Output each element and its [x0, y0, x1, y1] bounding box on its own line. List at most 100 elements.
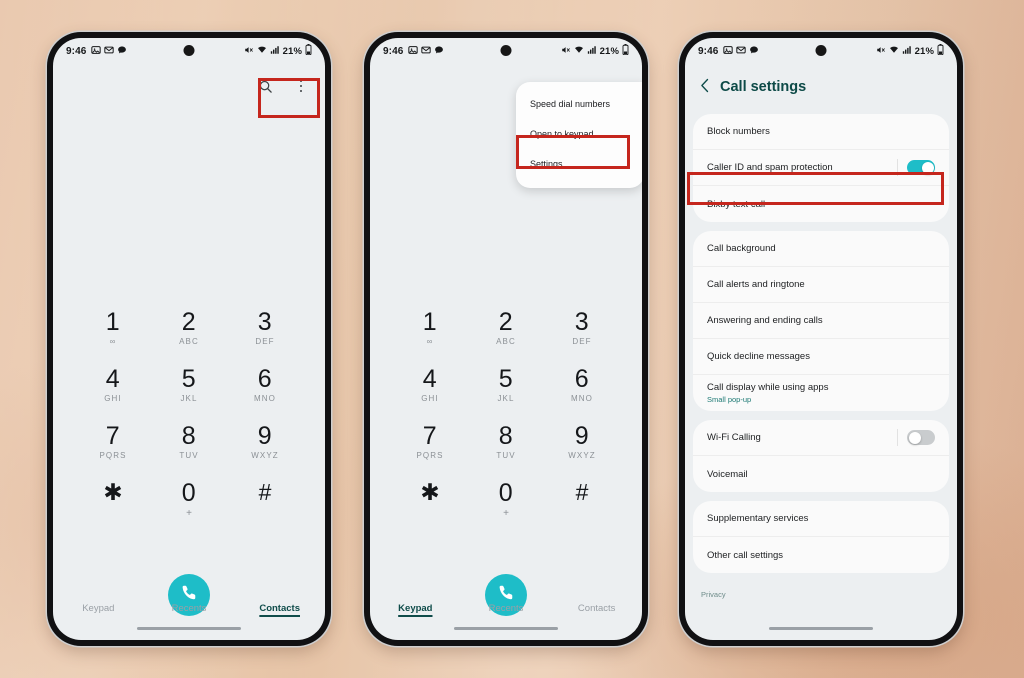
row-quick-decline-messages[interactable]: Quick decline messages	[693, 339, 949, 375]
front-camera-punch-hole	[500, 45, 512, 56]
key-letters: WXYZ	[568, 451, 596, 460]
status-bar-left: 9:46	[698, 45, 759, 58]
row-block-numbers[interactable]: Block numbers	[693, 114, 949, 150]
key-number: 6	[574, 365, 590, 393]
keypad-key[interactable]: 0 +	[468, 481, 544, 519]
tab-contacts[interactable]: Contacts	[551, 603, 642, 614]
key-letters: TUV	[496, 451, 516, 460]
gesture-nav-bar[interactable]	[454, 626, 558, 630]
key-letters	[544, 507, 620, 516]
tab-recents[interactable]: Recents	[144, 603, 235, 614]
tab-contacts[interactable]: Contacts	[234, 603, 325, 614]
phone-1-bottom-tabs: Keypad Recents Contacts	[53, 603, 325, 614]
row-label: Call display while using apps	[707, 382, 829, 393]
privacy-link[interactable]: Privacy	[685, 582, 957, 599]
menu-item-open-to-keypad[interactable]: Open to keypad	[516, 119, 642, 149]
tab-recents[interactable]: Recents	[461, 603, 552, 614]
battery-percent-label: 21%	[599, 45, 619, 57]
gallery-icon	[408, 45, 419, 58]
mail-icon	[736, 45, 747, 58]
keypad-key[interactable]: 4 GHI	[75, 367, 151, 404]
back-chevron-icon[interactable]	[699, 78, 710, 96]
keypad-key[interactable]: #	[544, 481, 620, 519]
row-supplementary-services[interactable]: Supplementary services	[693, 501, 949, 537]
gesture-nav-bar[interactable]	[769, 626, 873, 630]
toggle-caller-id-and-spam-protection[interactable]	[907, 160, 935, 175]
wifi-icon	[889, 45, 899, 58]
phone-1-device-frame: 9:46 21% 1 ∞ 2 ABC 3 DEF 4 GHI 5 JKL 6 M…	[47, 32, 331, 646]
keypad-key[interactable]: ✱	[392, 481, 468, 519]
phone-2-keypad: 1 ∞ 2 ABC 3 DEF 4 GHI 5 JKL 6 MNO 7 PQRS 8 TUV 9…	[370, 310, 642, 519]
status-time: 9:46	[66, 45, 87, 57]
battery-icon	[305, 44, 312, 58]
row-call-alerts-and-ringtone[interactable]: Call alerts and ringtone	[693, 267, 949, 303]
tab-keypad[interactable]: Keypad	[53, 603, 144, 614]
keypad-key[interactable]: 2 ABC	[468, 310, 544, 347]
keypad-key[interactable]: 3 DEF	[544, 310, 620, 347]
keypad-key[interactable]: 7 PQRS	[75, 424, 151, 461]
keypad-key[interactable]: ✱	[75, 481, 151, 519]
row-voicemail[interactable]: Voicemail	[693, 456, 949, 492]
signal-icon	[587, 45, 597, 58]
keypad-key[interactable]: 6 MNO	[227, 367, 303, 404]
row-label: Block numbers	[707, 126, 770, 137]
search-icon[interactable]	[255, 76, 275, 96]
menu-item-speed-dial-numbers[interactable]: Speed dial numbers	[516, 89, 642, 119]
settings-group-4: Supplementary services Other call settin…	[693, 501, 949, 573]
key-letters: PQRS	[99, 451, 127, 460]
key-letters: +	[503, 508, 509, 519]
keypad-key[interactable]: #	[227, 481, 303, 519]
key-number: #	[575, 479, 589, 505]
gesture-nav-bar[interactable]	[137, 626, 241, 630]
key-letters: +	[186, 508, 192, 519]
row-call-background[interactable]: Call background	[693, 231, 949, 267]
keypad-key[interactable]: 2 ABC	[151, 310, 227, 347]
key-number: 2	[181, 308, 197, 336]
keypad-key[interactable]: 5 JKL	[468, 367, 544, 404]
mail-icon	[104, 45, 115, 58]
battery-icon	[937, 44, 944, 58]
keypad-key[interactable]: 5 JKL	[151, 367, 227, 404]
more-options-kebab-icon[interactable]	[291, 76, 311, 96]
call-settings-list[interactable]: Block numbers Caller ID and spam protect…	[685, 114, 957, 640]
keypad-key[interactable]: 9 WXYZ	[227, 424, 303, 461]
key-number: 0	[181, 479, 197, 507]
status-time: 9:46	[383, 45, 404, 57]
keypad-key[interactable]: 8 TUV	[468, 424, 544, 461]
key-letters	[227, 507, 303, 516]
keypad-key[interactable]: 3 DEF	[227, 310, 303, 347]
row-other-call-settings[interactable]: Other call settings	[693, 537, 949, 573]
key-number: 9	[257, 422, 273, 450]
keypad-key[interactable]: 7 PQRS	[392, 424, 468, 461]
row-label: Other call settings	[707, 549, 784, 561]
row-wifi-calling[interactable]: Wi-Fi Calling	[693, 420, 949, 456]
key-number: 4	[422, 365, 438, 393]
row-caller-id-and-spam-protection[interactable]: Caller ID and spam protection	[693, 150, 949, 186]
key-letters: DEF	[255, 337, 275, 346]
keypad-key[interactable]: 8 TUV	[151, 424, 227, 461]
toggle-wifi-calling[interactable]	[907, 430, 935, 445]
row-label: Voicemail	[707, 468, 748, 480]
row-bixby-text-call[interactable]: Bixby text call	[693, 186, 949, 222]
mute-icon	[876, 45, 886, 58]
key-number: 0	[498, 479, 514, 507]
keypad-key[interactable]: 4 GHI	[392, 367, 468, 404]
wifi-icon	[257, 45, 267, 58]
phone-2-device-frame: 9:46 21% Speed dial numbers Open to keyp…	[364, 32, 648, 646]
keypad-key[interactable]: 0 +	[151, 481, 227, 519]
keypad-key[interactable]: 6 MNO	[544, 367, 620, 404]
key-number: 4	[105, 365, 121, 393]
tab-keypad[interactable]: Keypad	[370, 603, 461, 614]
keypad-key[interactable]: 1 ∞	[392, 310, 468, 347]
keypad-key[interactable]: 9 WXYZ	[544, 424, 620, 461]
keypad-key[interactable]: 1 ∞	[75, 310, 151, 347]
row-call-display-while-using-apps[interactable]: Call display while using apps Small pop-…	[693, 375, 949, 411]
menu-item-settings[interactable]: Settings	[516, 149, 642, 179]
key-number: 7	[422, 422, 438, 450]
row-answering-and-ending-calls[interactable]: Answering and ending calls	[693, 303, 949, 339]
messages-icon	[749, 45, 759, 58]
messages-icon	[434, 45, 444, 58]
key-number: 8	[498, 422, 514, 450]
phone-1-screen: 9:46 21% 1 ∞ 2 ABC 3 DEF 4 GHI 5 JKL 6 M…	[53, 38, 325, 640]
wifi-icon	[574, 45, 584, 58]
